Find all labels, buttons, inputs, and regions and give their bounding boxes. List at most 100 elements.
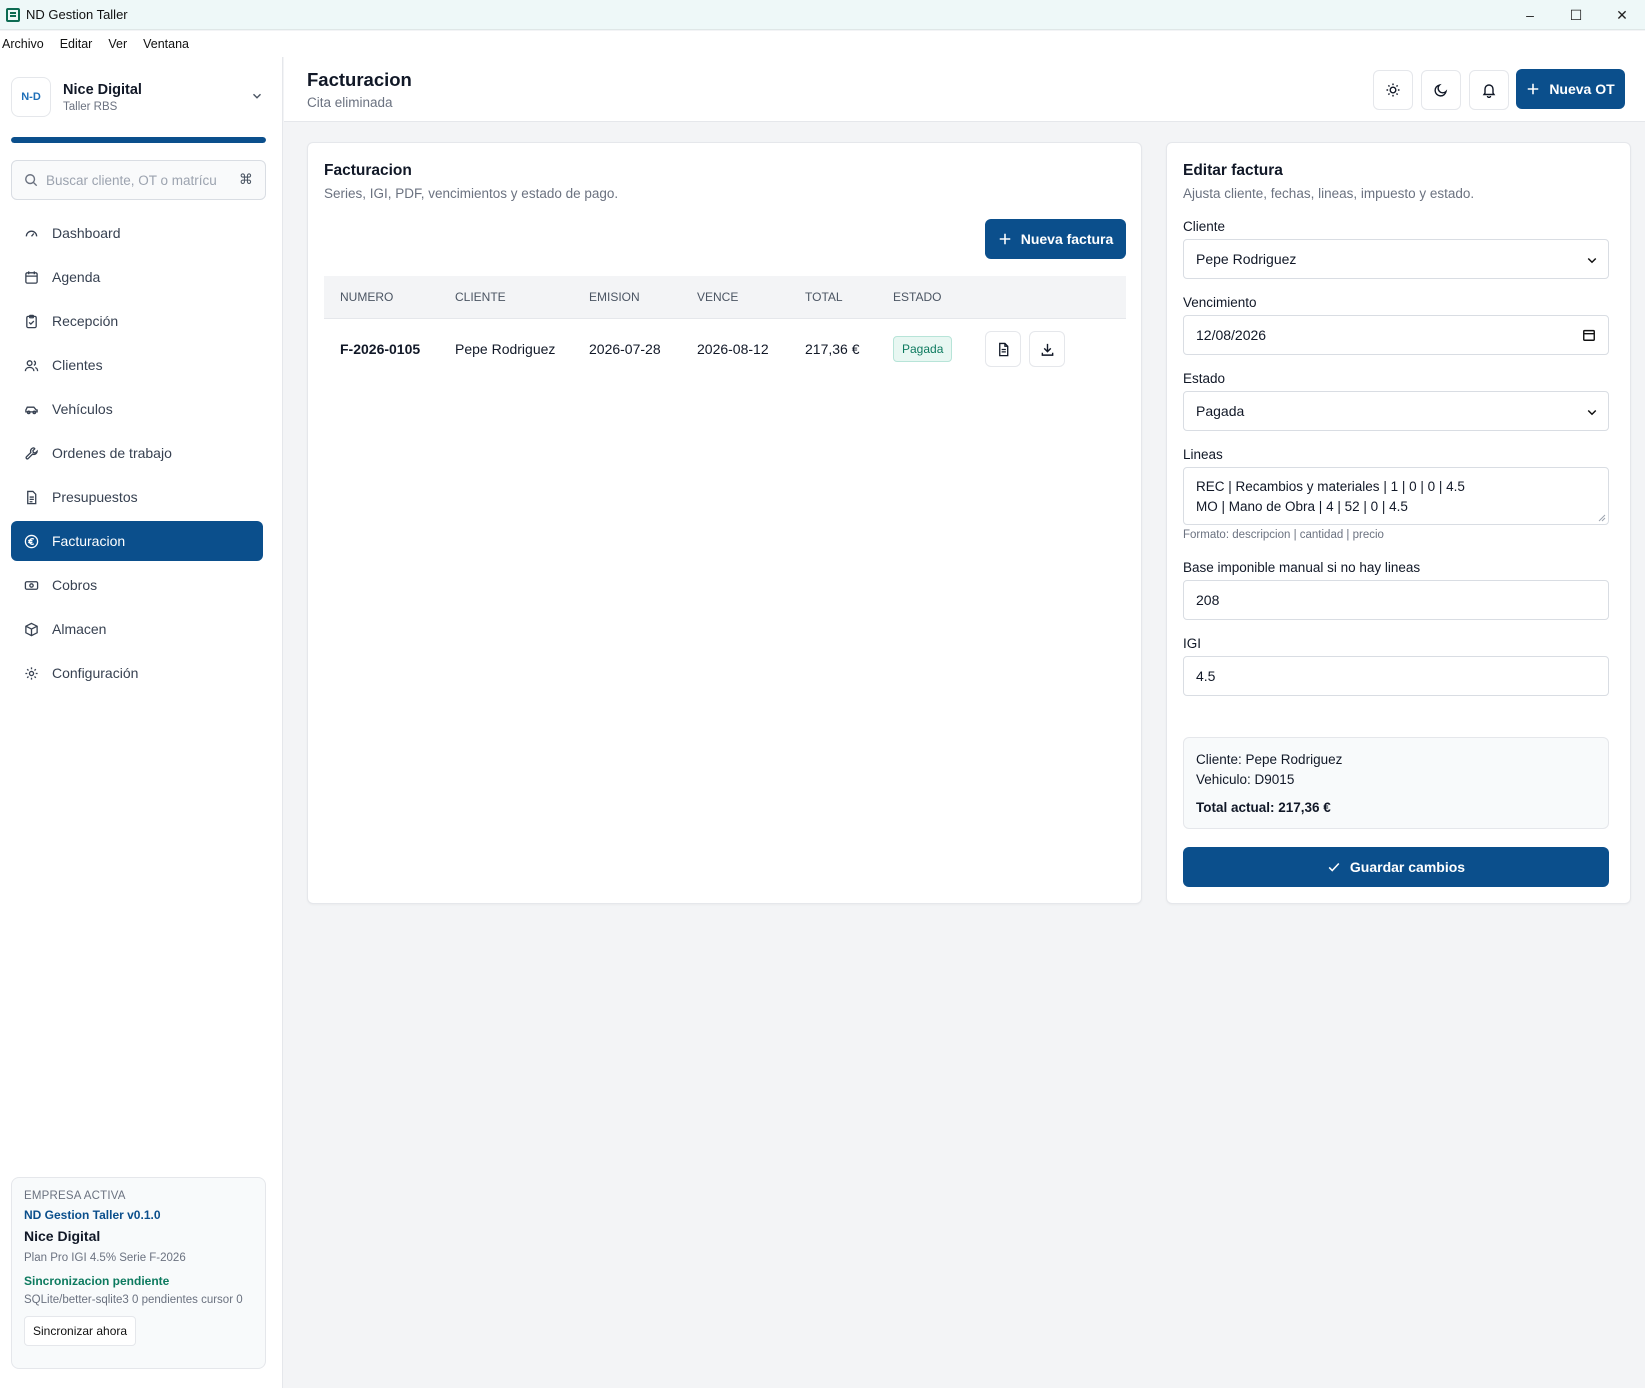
- chevron-down-icon: [1587, 409, 1597, 416]
- users-icon: [24, 359, 39, 371]
- window-title: ND Gestion Taller: [26, 7, 128, 22]
- sidebar-item-label: Configuración: [52, 665, 139, 681]
- row-actions-cell: [969, 318, 1126, 380]
- edit-title: Editar factura: [1183, 162, 1283, 179]
- save-changes-button[interactable]: Guardar cambios: [1183, 847, 1609, 887]
- wrench-icon: [25, 446, 38, 460]
- sidebar-item-vehiculos[interactable]: Vehículos: [11, 389, 263, 429]
- db-status: SQLite/better-sqlite3 0 pendientes curso…: [24, 1294, 243, 1306]
- sidebar-item-recepcion[interactable]: Recepción: [11, 301, 263, 341]
- row-actions: [985, 331, 1126, 368]
- estado-value: Pagada: [1196, 403, 1245, 419]
- invoice-summary: Cliente: Pepe Rodriguez Vehiculo: D9015 …: [1183, 737, 1609, 829]
- company-plan: Plan Pro IGI 4.5% Serie F-2026: [24, 1252, 186, 1264]
- sidebar-item-presupuestos[interactable]: Presupuestos: [11, 477, 263, 517]
- col-vence[interactable]: VENCE: [681, 276, 789, 319]
- plus-icon: [999, 233, 1010, 245]
- app-version: ND Gestion Taller v0.1.0: [24, 1208, 161, 1222]
- lineas-label: Lineas: [1183, 447, 1223, 462]
- command-key-icon: ⌘: [239, 171, 253, 187]
- sidebar-nav: Dashboard Agenda Recepción Clientes Vehí…: [11, 213, 263, 697]
- light-theme-button[interactable]: [1373, 70, 1413, 110]
- new-ot-label: Nueva OT: [1549, 81, 1615, 97]
- invoice-status-cell: Pagada: [877, 318, 969, 380]
- bell-icon: [1482, 84, 1496, 98]
- table-header-row: NUMERO CLIENTE EMISION VENCE TOTAL ESTAD…: [324, 276, 1126, 319]
- sync-now-button[interactable]: Sincronizar ahora: [24, 1316, 137, 1346]
- maximize-button[interactable]: ☐: [1553, 0, 1599, 30]
- download-icon: [1041, 343, 1053, 356]
- document-icon: [27, 490, 37, 504]
- dark-theme-button[interactable]: [1421, 70, 1461, 110]
- sidebar-item-configuracion[interactable]: Configuración: [11, 653, 263, 693]
- table-row[interactable]: F-2026-0105 Pepe Rodriguez 2026-07-28 20…: [324, 318, 1126, 380]
- invoice-list-card: Facturacion Series, IGI, PDF, vencimient…: [307, 142, 1142, 904]
- minimize-button[interactable]: –: [1507, 0, 1553, 30]
- notifications-button[interactable]: [1469, 70, 1509, 110]
- base-input[interactable]: 208: [1183, 580, 1609, 620]
- sidebar-item-clientes[interactable]: Clientes: [11, 345, 263, 385]
- col-total[interactable]: TOTAL: [789, 276, 877, 319]
- new-ot-button[interactable]: Nueva OT: [1516, 69, 1625, 109]
- gauge-icon: [25, 230, 38, 237]
- sidebar-item-agenda[interactable]: Agenda: [11, 257, 263, 297]
- chevron-down-icon: [1587, 257, 1597, 264]
- resize-handle-icon[interactable]: [1598, 514, 1606, 522]
- invoice-due-date: 2026-08-12: [697, 341, 769, 358]
- new-invoice-button[interactable]: Nueva factura: [985, 219, 1126, 259]
- invoice-table: NUMERO CLIENTE EMISION VENCE TOTAL ESTAD…: [324, 276, 1126, 380]
- euro-icon: [24, 534, 39, 548]
- sidebar-item-label: Cobros: [52, 577, 98, 593]
- package-icon: [25, 622, 38, 636]
- invoice-client: Pepe Rodriguez: [455, 341, 556, 358]
- menu-ventana[interactable]: Ventana: [142, 37, 190, 51]
- invoice-number: F-2026-0105: [340, 341, 421, 358]
- banknote-icon: [24, 580, 39, 590]
- col-actions: [969, 276, 1126, 319]
- page-subtitle: Cita eliminada: [307, 95, 393, 110]
- igi-input[interactable]: 4.5: [1183, 656, 1609, 696]
- page-header: Facturacion Cita eliminada Nueva OT: [284, 57, 1645, 122]
- sidebar-item-label: Facturacion: [52, 533, 126, 549]
- summary-total: Total actual: 217,36 €: [1196, 800, 1331, 815]
- vencimiento-date-input[interactable]: 12/08/2026: [1183, 315, 1609, 355]
- search-box: ⌘: [11, 160, 266, 200]
- linea-item: MO | Mano de Obra | 4 | 52 | 0 | 4.5: [1196, 499, 1408, 514]
- sidebar-item-label: Ordenes de trabajo: [52, 445, 172, 461]
- estado-select[interactable]: Pagada: [1183, 391, 1609, 431]
- col-numero[interactable]: NUMERO: [324, 276, 439, 319]
- menu-archivo[interactable]: Archivo: [1, 37, 45, 51]
- col-estado[interactable]: ESTADO: [877, 276, 969, 319]
- sidebar-item-cobros[interactable]: Cobros: [11, 565, 263, 605]
- calendar-icon[interactable]: [1582, 328, 1596, 342]
- new-invoice-label: Nueva factura: [1020, 231, 1114, 247]
- title-bar: ND Gestion Taller – ☐ ✕: [0, 0, 1645, 30]
- sidebar-item-label: Agenda: [52, 269, 101, 285]
- download-button[interactable]: [1029, 331, 1065, 368]
- lineas-textarea[interactable]: REC | Recambios y materiales | 1 | 0 | 0…: [1183, 467, 1609, 525]
- menu-bar: Archivo Editar Ver Ventana: [0, 31, 1645, 57]
- page-title: Facturacion: [307, 69, 412, 90]
- col-cliente[interactable]: CLIENTE: [439, 276, 573, 319]
- col-emision[interactable]: EMISION: [573, 276, 681, 319]
- clipboard-icon: [26, 314, 37, 328]
- search-input[interactable]: [46, 172, 216, 188]
- sync-status: Sincronizacion pendiente: [24, 1274, 170, 1288]
- plus-icon: [1528, 83, 1539, 95]
- menu-editar[interactable]: Editar: [59, 37, 94, 51]
- sidebar-item-facturacion[interactable]: Facturacion: [11, 521, 263, 561]
- brand-switcher[interactable]: N-D Nice Digital Taller RBS: [11, 75, 266, 119]
- close-button[interactable]: ✕: [1599, 0, 1645, 30]
- sidebar-item-ordenes[interactable]: Ordenes de trabajo: [11, 433, 263, 473]
- cliente-select[interactable]: Pepe Rodriguez: [1183, 239, 1609, 279]
- car-icon: [25, 406, 38, 414]
- sidebar-item-dashboard[interactable]: Dashboard: [11, 213, 263, 253]
- estado-label: Estado: [1183, 371, 1226, 386]
- view-pdf-button[interactable]: [985, 331, 1021, 368]
- edit-invoice-card: Editar factura Ajusta cliente, fechas, l…: [1166, 142, 1631, 904]
- menu-ver[interactable]: Ver: [107, 37, 128, 51]
- sidebar-item-almacen[interactable]: Almacen: [11, 609, 263, 649]
- sidebar-item-label: Almacen: [52, 621, 107, 637]
- brand-name: Nice Digital: [63, 81, 142, 98]
- active-company-panel: EMPRESA ACTIVA ND Gestion Taller v0.1.0 …: [11, 1177, 266, 1369]
